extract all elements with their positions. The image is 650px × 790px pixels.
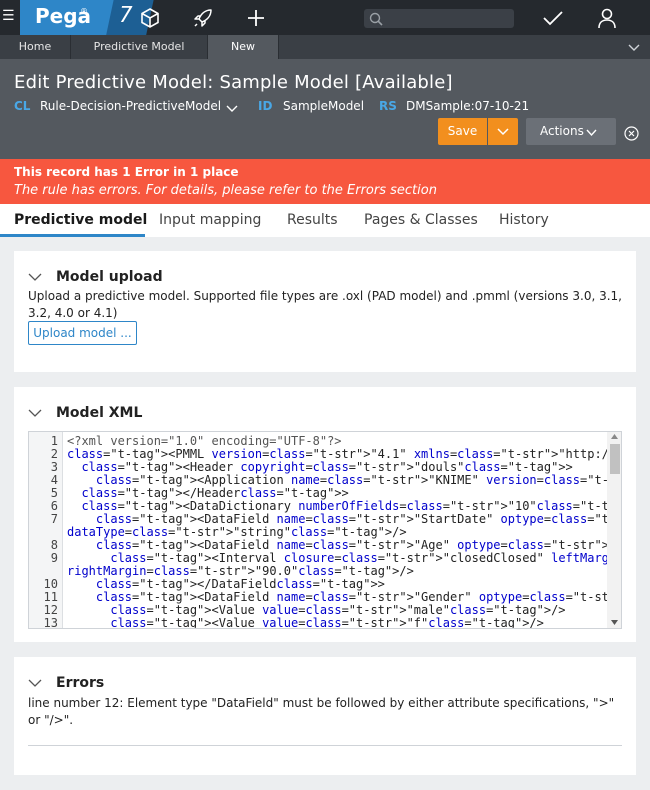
error-banner-subtitle: The rule has errors. For details, please…	[14, 183, 437, 198]
chevron-down-icon	[497, 128, 509, 136]
model-upload-description: Upload a predictive model. Supported fil…	[28, 289, 622, 320]
tab-home[interactable]: Home	[0, 35, 71, 59]
class-label: CL	[14, 99, 30, 113]
errors-divider	[28, 745, 622, 746]
line-number: 1	[50, 434, 58, 448]
line-number: 12	[43, 603, 58, 617]
actions-button[interactable]: Actions	[526, 118, 616, 145]
id-value: SampleModel	[283, 99, 365, 113]
page-title: Edit Predictive Model: Sample Model [Ava…	[14, 72, 453, 93]
rule-tabs: Predictive model Input mapping Results P…	[0, 204, 650, 237]
code-line: class="t-tag"><Header copyright=class="t…	[81, 460, 573, 474]
chevron-down-icon	[28, 409, 42, 417]
line-number: 13	[43, 616, 58, 629]
line-number: 3	[50, 460, 58, 474]
active-tab-indicator	[0, 234, 145, 237]
pega-logo[interactable]: Pega ® 7	[20, 0, 155, 37]
line-number: 6	[50, 499, 58, 513]
menu-icon[interactable]: ☰	[2, 9, 15, 23]
code-line: class="t-tag"><Value value=class="t-str"…	[110, 616, 544, 629]
code-line: dataType=class="t-str">"string"class="t-…	[67, 525, 407, 539]
scroll-down-icon[interactable]	[611, 620, 618, 625]
model-upload-heading: Model upload	[56, 269, 163, 285]
error-banner: This record has 1 Error in 1 place The r…	[0, 159, 650, 204]
search-input[interactable]	[386, 11, 510, 26]
model-xml-panel: Model XML 1 2 3 4 5 6 7 8 9 10 11 12 13 …	[14, 387, 636, 642]
code-line: class="t-tag"></Headerclass="t-tag">>	[81, 486, 349, 500]
errors-panel: Errors line number 12: Element type "Dat…	[14, 657, 636, 775]
model-xml-heading: Model XML	[56, 405, 143, 421]
rocket-icon[interactable]	[192, 7, 214, 29]
code-line: class="t-tag"></DataFieldclass="t-tag">>	[95, 577, 385, 591]
errors-message: line number 12: Element type "DataField"…	[28, 696, 615, 727]
chevron-down-icon[interactable]	[628, 41, 640, 53]
tab-history[interactable]: History	[499, 212, 549, 228]
line-number: 8	[50, 538, 58, 552]
id-key: ID	[258, 99, 273, 113]
errors-heading: Errors	[56, 675, 105, 691]
scroll-up-icon[interactable]	[611, 434, 618, 439]
code-line: class="t-tag"><DataDictionary numberOfFi…	[81, 499, 621, 513]
search-box[interactable]	[364, 9, 514, 28]
class-value[interactable]: Rule-Decision-PredictiveModel	[40, 99, 221, 113]
line-number: 9	[50, 551, 58, 565]
code-line: class="t-tag"><PMML version=class="t-str…	[67, 447, 622, 461]
code-line: class="t-tag"><Value value=class="t-str"…	[110, 603, 566, 617]
plus-icon[interactable]	[245, 7, 267, 29]
chevron-down-icon[interactable]	[226, 104, 238, 114]
code-line: class="t-tag"><DataField name=class="t-s…	[95, 512, 622, 526]
checkmark-icon[interactable]	[542, 7, 564, 29]
cl-value: Rule-Decision-PredictiveModel	[40, 99, 222, 113]
search-icon	[369, 12, 383, 26]
close-icon[interactable]	[624, 126, 639, 141]
code-line: rightMargin=class="t-str">"90.0"class="t…	[67, 564, 414, 578]
tab-predictive-model[interactable]: Predictive Model	[71, 35, 208, 59]
model-upload-panel: Model upload Upload a predictive model. …	[14, 251, 636, 372]
line-number: 11	[43, 590, 58, 604]
code-line: class="t-tag"><DataField name=class="t-s…	[95, 538, 621, 552]
chevron-down-icon	[28, 679, 42, 687]
tab-results[interactable]: Results	[287, 212, 338, 228]
line-number-gutter: 1 2 3 4 5 6 7 8 9 10 11 12 13	[29, 432, 63, 629]
chevron-down-icon	[586, 129, 597, 137]
code-line: class="t-tag"><DataField name=class="t-s…	[95, 590, 621, 604]
chevron-down-icon	[28, 273, 42, 281]
tab-input-mapping[interactable]: Input mapping	[159, 212, 261, 228]
logo-mark: ®	[80, 7, 88, 16]
tab-predictive-model-rule[interactable]: Predictive model	[14, 212, 147, 228]
code-line: class="t-tag"><Application name=class="t…	[95, 473, 621, 487]
line-number: 7	[50, 512, 58, 526]
top-bar: ☰ Pega ® 7	[0, 0, 650, 37]
work-tab-strip: Home Predictive Model New	[0, 35, 650, 59]
line-number: 4	[50, 473, 58, 487]
id-label: ID	[258, 99, 272, 113]
rs-label: RS	[379, 99, 397, 113]
actions-label: Actions	[540, 124, 584, 138]
rule-header: Edit Predictive Model: Sample Model [Ava…	[0, 59, 650, 159]
tab-new[interactable]: New	[208, 35, 279, 59]
tab-pages-classes[interactable]: Pages & Classes	[364, 212, 478, 228]
upload-model-button[interactable]: Upload model ...	[28, 321, 137, 345]
rs-key: RS	[379, 99, 397, 113]
save-button[interactable]: Save	[438, 118, 487, 145]
save-dropdown-button[interactable]	[488, 118, 518, 145]
error-banner-title: This record has 1 Error in 1 place	[14, 165, 239, 179]
line-number: 2	[50, 447, 58, 461]
code-line: <?xml version="1.0" encoding="UTF-8"?>	[67, 434, 342, 448]
cl-key: CL	[14, 99, 31, 113]
user-icon[interactable]	[596, 7, 618, 29]
cube-icon[interactable]	[139, 7, 161, 29]
rs-value: DMSample:07-10-21	[406, 99, 530, 113]
editor-scrollbar[interactable]	[607, 432, 621, 628]
line-number: 5	[50, 486, 58, 500]
xml-code-editor[interactable]: 1 2 3 4 5 6 7 8 9 10 11 12 13 <?xml vers…	[28, 431, 622, 629]
line-number: 10	[43, 577, 58, 591]
code-line: class="t-tag"><Interval closure=class="t…	[110, 551, 622, 565]
editor-scroll-thumb[interactable]	[610, 444, 620, 474]
